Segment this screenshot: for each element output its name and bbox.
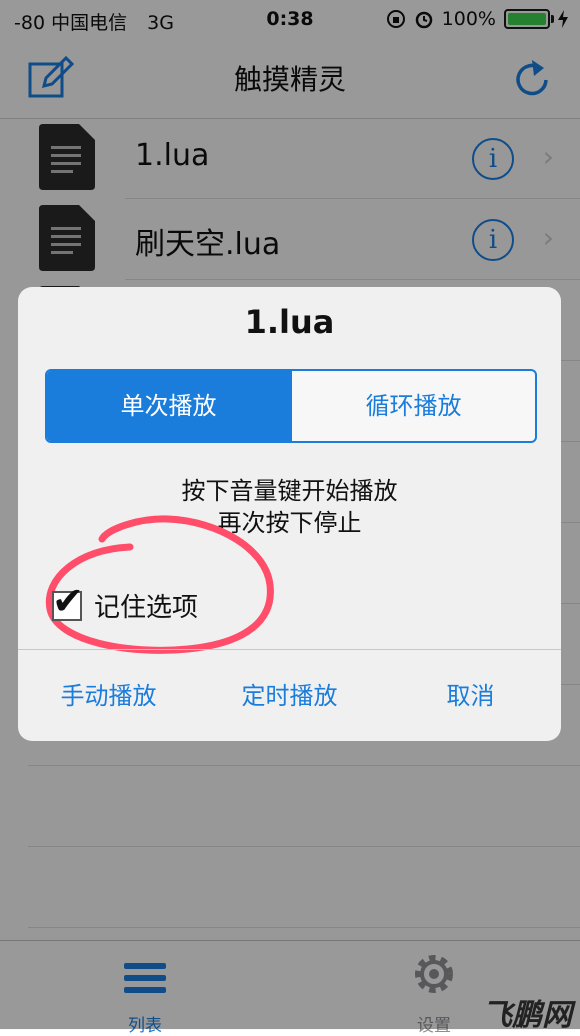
play-mode-dialog: 1.lua 单次播放 循环播放 按下音量键开始播放 再次按下停止 ✔ 记住选项 … (18, 287, 561, 741)
app-screen: -80 中国电信 3G 0:38 100% 触摸精灵 1.lua i › 刷天空… (0, 0, 580, 1036)
remember-option[interactable]: ✔ 记住选项 (52, 579, 199, 624)
remember-checkbox[interactable]: ✔ (52, 579, 84, 623)
remember-label: 记住选项 (94, 593, 199, 623)
play-mode-segmented-control: 单次播放 循环播放 (45, 369, 537, 443)
checkmark-icon: ✔ (52, 578, 84, 623)
timed-play-button[interactable]: 定时播放 (199, 650, 380, 741)
segment-single-play[interactable]: 单次播放 (47, 371, 290, 441)
watermark-text: 飞鹏网 (482, 998, 572, 1033)
message-line: 按下音量键开始播放 (181, 477, 398, 505)
cancel-button[interactable]: 取消 (380, 650, 561, 741)
manual-play-button[interactable]: 手动播放 (18, 650, 199, 741)
dialog-title: 1.lua (244, 303, 335, 341)
segment-loop-play[interactable]: 循环播放 (290, 371, 535, 441)
dialog-buttons: 手动播放 定时播放 取消 (18, 649, 561, 741)
watermark-logo: 飞鹏网 (482, 990, 572, 1034)
